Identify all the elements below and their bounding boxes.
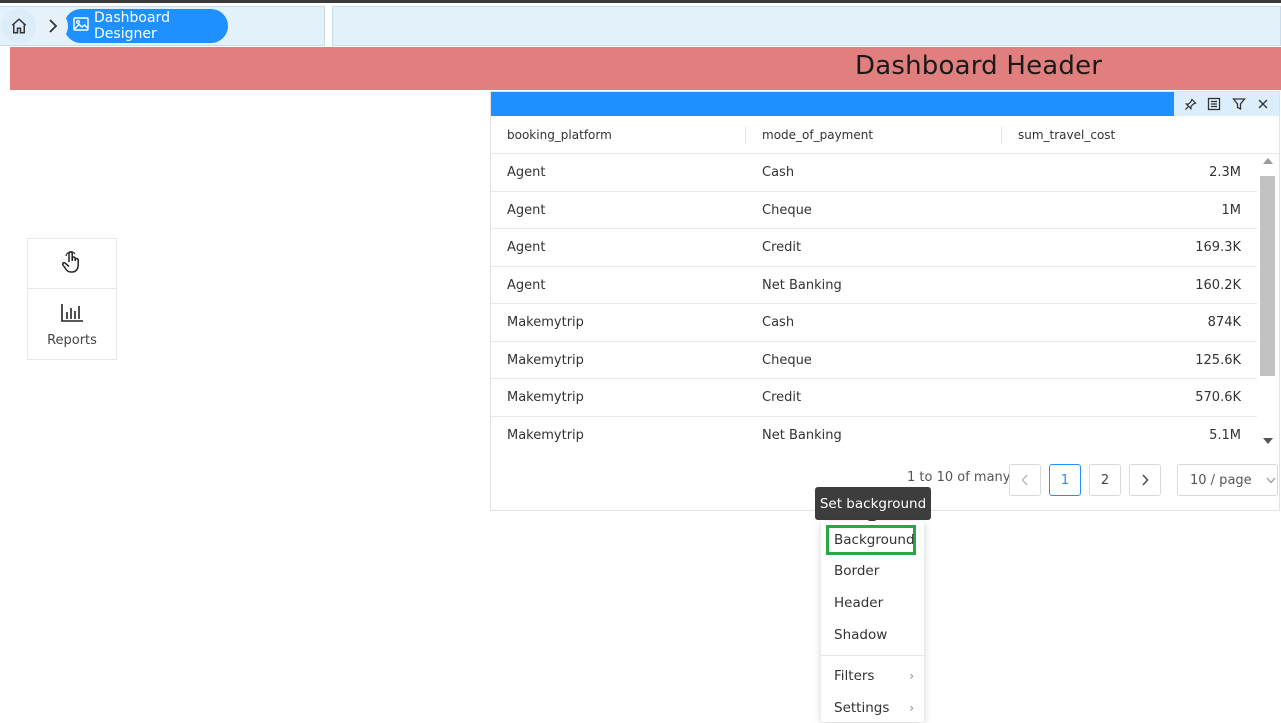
scroll-thumb[interactable] bbox=[1260, 176, 1275, 376]
table-row[interactable]: Makemytrip Net Banking 5.1M bbox=[491, 417, 1257, 447]
table-row[interactable]: Makemytrip Credit 570.6K bbox=[491, 379, 1257, 417]
table-cell: Cheque bbox=[762, 352, 812, 368]
table-cell: Credit bbox=[762, 390, 802, 405]
table-row[interactable]: Agent Net Banking 160.2K bbox=[491, 267, 1257, 304]
table-cell: Makemytrip bbox=[507, 427, 584, 443]
table-cell: Cheque bbox=[762, 202, 812, 218]
table-cell: Agent bbox=[507, 240, 546, 255]
grid-body: Agent Cash 2.3M Agent Cheque 1M Agent Credit 169… bbox=[491, 154, 1257, 446]
dashboard-designer-crumb[interactable]: Dashboard Designer bbox=[64, 9, 228, 43]
vertical-scrollbar[interactable] bbox=[1259, 154, 1277, 444]
chevron-right-icon: › bbox=[909, 701, 914, 715]
next-page-button[interactable] bbox=[1129, 464, 1161, 496]
table-cell: 169.3K bbox=[1195, 240, 1241, 255]
table-cell: Agent bbox=[507, 202, 546, 218]
pagination-summary: 1 to 10 of many bbox=[907, 470, 1011, 485]
table-cell: Net Banking bbox=[762, 277, 842, 293]
image-icon bbox=[73, 17, 89, 35]
prev-page-button[interactable] bbox=[1009, 464, 1041, 496]
table-row[interactable]: Agent Cheque 1M bbox=[491, 192, 1257, 229]
top-bar: Dashboard Designer bbox=[0, 0, 1281, 46]
filter-icon[interactable] bbox=[1229, 94, 1249, 114]
grid-header-row: booking_platform mode_of_payment sum_tra… bbox=[491, 116, 1279, 154]
table-cell: Net Banking bbox=[762, 427, 842, 443]
scroll-up-icon[interactable] bbox=[1263, 158, 1273, 164]
menu-item-filters-label: Filters bbox=[834, 668, 875, 684]
breadcrumb-extension bbox=[332, 6, 1281, 46]
set-background-tooltip: Set background bbox=[815, 487, 931, 520]
tool-panel: Reports bbox=[27, 238, 117, 360]
chevron-down-icon bbox=[1266, 473, 1276, 488]
table-cell: Credit bbox=[762, 240, 802, 255]
widget-toolbar bbox=[1174, 92, 1279, 116]
table-cell: Agent bbox=[507, 165, 546, 180]
menu-item-border[interactable]: Border bbox=[821, 556, 924, 586]
dashboard-header-title: Dashboard Header bbox=[855, 51, 1103, 81]
widget-header-bar bbox=[491, 92, 1279, 116]
menu-item-header[interactable]: Header bbox=[821, 588, 924, 618]
hand-pointer-icon bbox=[60, 249, 84, 279]
table-cell: Cash bbox=[762, 315, 795, 330]
table-row[interactable]: Makemytrip Cheque 125.6K bbox=[491, 342, 1257, 379]
table-cell: Agent bbox=[507, 277, 546, 293]
home-icon[interactable] bbox=[2, 9, 36, 43]
column-header-sum-travel-cost[interactable]: sum_travel_cost bbox=[1002, 116, 1115, 154]
table-cell: 570.6K bbox=[1195, 390, 1241, 405]
table-cell: 2.3M bbox=[1209, 165, 1241, 180]
column-header-mode-of-payment[interactable]: mode_of_payment bbox=[746, 116, 873, 154]
reports-tool-button[interactable]: Reports bbox=[28, 290, 116, 360]
page-size-select[interactable]: 10 / page bbox=[1177, 464, 1278, 496]
page-button-2[interactable]: 2 bbox=[1089, 464, 1121, 496]
dashboard-header[interactable]: Dashboard Header bbox=[10, 47, 1281, 90]
table-cell: 160.2K bbox=[1195, 277, 1241, 293]
table-row[interactable]: Agent Cash 2.3M bbox=[491, 154, 1257, 192]
table-cell: 874K bbox=[1207, 315, 1241, 330]
menu-divider bbox=[821, 655, 924, 656]
table-cell: Makemytrip bbox=[507, 315, 584, 330]
page-button-1[interactable]: 1 bbox=[1049, 464, 1081, 496]
table-cell: Makemytrip bbox=[507, 390, 584, 405]
chevron-right-icon: › bbox=[909, 669, 914, 683]
menu-item-filters[interactable]: Filters › bbox=[821, 661, 924, 691]
widget-context-menu: Background Border Header Shadow Filters … bbox=[821, 521, 924, 722]
menu-item-settings-label: Settings bbox=[834, 700, 890, 716]
table-row[interactable]: Makemytrip Cash 874K bbox=[491, 304, 1257, 342]
table-cell: 1M bbox=[1221, 202, 1242, 218]
menu-item-background[interactable]: Background bbox=[826, 525, 916, 555]
grid-widget[interactable]: booking_platform mode_of_payment sum_tra… bbox=[490, 91, 1280, 511]
table-view-icon[interactable] bbox=[1204, 94, 1224, 114]
page-size-value: 10 / page bbox=[1190, 472, 1252, 488]
table-cell: Makemytrip bbox=[507, 352, 584, 368]
table-cell: 5.1M bbox=[1209, 427, 1241, 443]
pin-icon[interactable] bbox=[1180, 94, 1200, 114]
scroll-down-icon[interactable] bbox=[1263, 438, 1273, 444]
menu-item-settings[interactable]: Settings › bbox=[821, 693, 924, 723]
menu-item-shadow[interactable]: Shadow bbox=[821, 620, 924, 650]
table-row[interactable]: Agent Credit 169.3K bbox=[491, 229, 1257, 267]
close-icon[interactable] bbox=[1253, 94, 1273, 114]
dashboard-designer-label: Dashboard Designer bbox=[94, 10, 170, 42]
bar-chart-icon bbox=[60, 303, 84, 327]
column-header-booking-platform[interactable]: booking_platform bbox=[491, 116, 612, 154]
table-cell: Cash bbox=[762, 165, 795, 180]
table-cell: 125.6K bbox=[1195, 352, 1241, 368]
reports-label: Reports bbox=[47, 332, 97, 348]
interact-tool-button[interactable] bbox=[28, 239, 116, 289]
